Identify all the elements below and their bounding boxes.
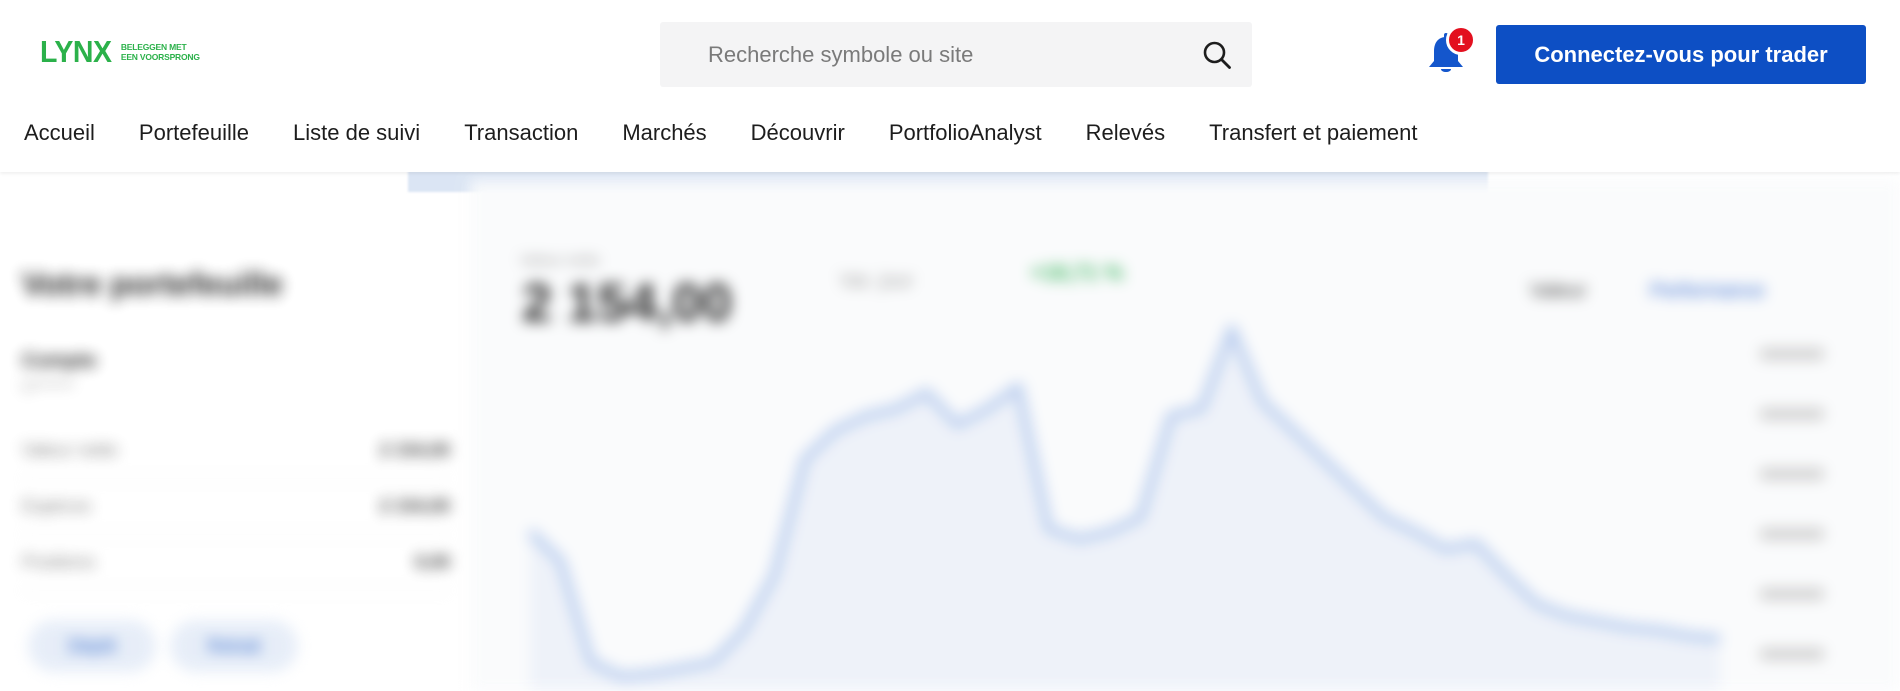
nav-item-transfert-paiement[interactable]: Transfert et paiement [1209,120,1417,146]
main-nav: Accueil Portefeuille Liste de suivi Tran… [0,116,1437,150]
nav-item-liste-de-suivi[interactable]: Liste de suivi [293,120,420,146]
search-bar [660,22,1252,87]
deposit-button: Dépôt [28,620,156,672]
blurred-dashboard: Votre portefeuille Compte U******* Valeu… [0,180,1900,691]
y-tick-label [1760,468,1824,480]
portfolio-row: Valeur nette 2 154,00 [22,423,450,479]
y-tick-label [1760,348,1824,360]
y-tick-label [1760,528,1824,540]
nav-item-portfolioanalyst[interactable]: PortfolioAnalyst [889,120,1042,146]
lynx-logo[interactable]: LYNX BELEGGEN MET EEN VOORSPRONG [40,34,200,70]
chart-area-fill [530,329,1720,691]
nav-item-releves[interactable]: Relevés [1086,120,1165,146]
top-header: LYNX BELEGGEN MET EEN VOORSPRONG 1 Conne… [0,0,1900,172]
portfolio-row: Espèces 2 154,00 [22,479,450,535]
portfolio-chart-panel: Valeur nette 2 154,00 Var. jour +18,71 %… [470,180,1900,691]
account-sub: U******* [22,378,74,395]
portfolio-chart [526,324,1824,691]
nav-item-decouvrir[interactable]: Découvrir [751,120,845,146]
portfolio-row: Positions 0,00 [22,535,450,591]
withdraw-button: Retrait [170,620,298,672]
search-icon[interactable] [1202,40,1232,70]
logo-wordmark: LYNX [40,34,112,69]
y-tick-label [1760,588,1824,600]
nav-item-marches[interactable]: Marchés [622,120,706,146]
nav-item-accueil[interactable]: Accueil [24,120,95,146]
search-input[interactable] [708,41,1188,68]
y-tick-label [1760,648,1824,660]
notification-badge: 1 [1446,25,1476,55]
portfolio-title: Votre portefeuille [22,266,283,302]
portfolio-side-panel: Votre portefeuille Compte U******* Valeu… [0,180,470,691]
y-tick-label [1760,408,1824,420]
logo-tagline: BELEGGEN MET EEN VOORSPRONG [120,42,200,62]
login-trade-button[interactable]: Connectez-vous pour trader [1496,25,1866,84]
account-label: Compte [22,350,97,372]
nav-item-transaction[interactable]: Transaction [464,120,578,146]
nav-item-portefeuille[interactable]: Portefeuille [139,120,249,146]
